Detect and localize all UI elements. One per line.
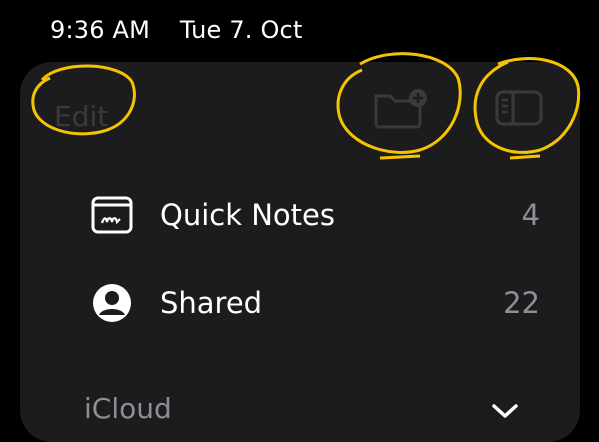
sidebar-toggle-button[interactable] <box>494 88 546 128</box>
folders-panel: Edit Quick Notes 4 Shared 22 iCloud <box>20 62 580 442</box>
person-circle-icon <box>90 281 134 325</box>
sidebar-icon <box>495 90 543 126</box>
status-time: 9:36 AM <box>50 16 151 44</box>
folder-label: Shared <box>160 286 263 320</box>
folder-plus-icon <box>374 89 427 129</box>
status-bar: 9:36 AM Tue 7. Oct <box>50 16 325 44</box>
chevron-down-icon[interactable] <box>490 402 520 422</box>
folder-label: Quick Notes <box>160 198 335 232</box>
status-date: Tue 7. Oct <box>179 16 303 44</box>
folder-count: 22 <box>503 286 540 320</box>
edit-button[interactable]: Edit <box>54 100 108 133</box>
section-title-icloud[interactable]: iCloud <box>84 392 172 425</box>
new-folder-button[interactable] <box>372 86 432 130</box>
folder-row-shared[interactable]: Shared 22 <box>90 278 540 328</box>
quick-note-icon <box>90 193 134 237</box>
folder-count: 4 <box>521 198 540 232</box>
folder-row-quick-notes[interactable]: Quick Notes 4 <box>90 190 540 240</box>
